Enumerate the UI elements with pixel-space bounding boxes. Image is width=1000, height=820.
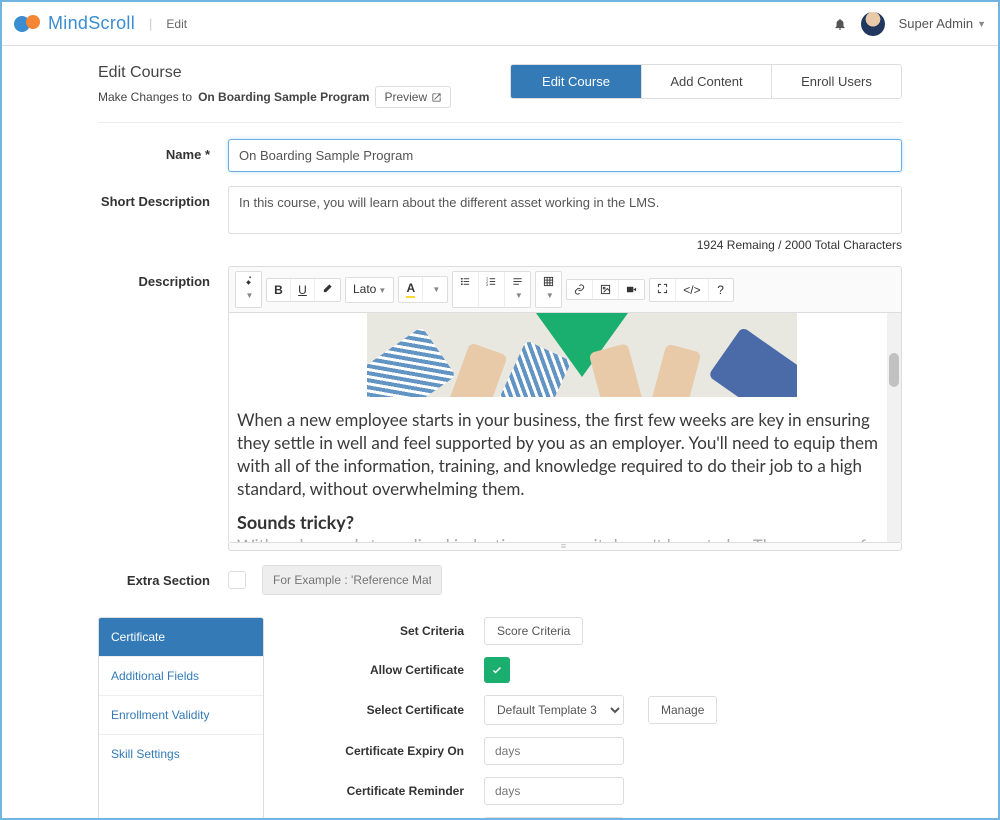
side-tab-additional-fields[interactable]: Additional Fields xyxy=(99,657,263,696)
user-name-label: Super Admin xyxy=(899,16,973,31)
divider: | xyxy=(149,16,152,31)
font-family-select[interactable]: Lato▼ xyxy=(346,278,393,302)
avatar[interactable] xyxy=(861,12,885,36)
page-title: Edit Course xyxy=(98,64,451,82)
extra-section-input xyxy=(262,565,442,595)
divider xyxy=(98,122,902,123)
editor-body[interactable]: When a new employee starts in your busin… xyxy=(228,313,902,543)
top-bar: MindScroll | Edit Super Admin ▼ xyxy=(2,2,998,46)
short-desc-input[interactable]: In this course, you will learn about the… xyxy=(228,186,902,234)
name-input[interactable] xyxy=(228,139,902,172)
tab-enroll-users[interactable]: Enroll Users xyxy=(771,65,901,98)
score-criteria-button[interactable]: Score Criteria xyxy=(484,617,583,645)
user-menu[interactable]: Super Admin ▼ xyxy=(899,16,986,31)
paragraph-button[interactable]: ▼ xyxy=(505,272,530,307)
brand-logo-icon xyxy=(14,15,42,33)
editor-hero-image xyxy=(367,313,797,397)
table-button[interactable]: ▼ xyxy=(536,272,561,307)
fullscreen-button[interactable] xyxy=(650,279,676,301)
course-tabs: Edit Course Add Content Enroll Users xyxy=(510,64,902,99)
settings-side-tabs: Certificate Additional Fields Enrollment… xyxy=(98,617,264,820)
cert-reminder-label: Certificate Reminder xyxy=(324,784,484,798)
scrollbar[interactable] xyxy=(887,313,901,542)
editor-paragraph: When a new employee starts in your busin… xyxy=(237,409,881,501)
preview-label: Preview xyxy=(384,90,427,104)
certificate-select[interactable]: Default Template 3 xyxy=(484,695,624,725)
link-button[interactable] xyxy=(567,280,593,299)
image-button[interactable] xyxy=(593,280,619,299)
share-icon xyxy=(431,92,442,103)
side-tab-enrollment-validity[interactable]: Enrollment Validity xyxy=(99,696,263,735)
preview-button[interactable]: Preview xyxy=(375,86,451,108)
editor-fade-text: With a clear and streamlined induction p… xyxy=(237,535,881,542)
video-button[interactable] xyxy=(619,280,644,299)
breadcrumb: Edit xyxy=(166,17,187,31)
cert-expiry-label: Certificate Expiry On xyxy=(324,744,484,758)
bell-icon[interactable] xyxy=(833,17,847,31)
extra-section-checkbox[interactable] xyxy=(228,571,246,589)
bold-button[interactable]: B xyxy=(267,279,291,301)
cert-expiry-input[interactable] xyxy=(484,737,624,765)
resize-handle[interactable]: ≡ xyxy=(228,543,902,551)
extra-section-label: Extra Section xyxy=(98,565,228,595)
brand-logo[interactable]: MindScroll xyxy=(14,13,135,34)
scroll-thumb[interactable] xyxy=(889,353,899,387)
select-cert-label: Select Certificate xyxy=(324,703,484,717)
side-tab-skill-settings[interactable]: Skill Settings xyxy=(99,735,263,773)
magic-icon[interactable]: ▼ xyxy=(236,272,261,307)
manage-button[interactable]: Manage xyxy=(648,696,717,724)
editor-heading: Sounds tricky? xyxy=(237,511,881,533)
tab-edit-course[interactable]: Edit Course xyxy=(511,65,641,98)
editor-toolbar: ▼ B U Lato▼ A ▼ xyxy=(228,266,902,313)
underline-button[interactable]: U xyxy=(291,279,315,301)
char-count: 1924 Remaing / 2000 Total Characters xyxy=(228,238,902,252)
desc-label: Description xyxy=(98,266,228,551)
allow-cert-toggle[interactable] xyxy=(484,657,510,683)
code-view-button[interactable]: </> xyxy=(676,279,708,301)
svg-text:3: 3 xyxy=(486,283,488,287)
tab-add-content[interactable]: Add Content xyxy=(641,65,771,98)
side-tab-certificate[interactable]: Certificate xyxy=(99,618,263,657)
subtitle-course-name: On Boarding Sample Program xyxy=(198,90,369,104)
name-label: Name * xyxy=(98,139,228,172)
allow-cert-label: Allow Certificate xyxy=(324,663,484,677)
check-icon xyxy=(491,664,503,676)
brand-name: MindScroll xyxy=(48,13,135,34)
page-subtitle: Make Changes to On Boarding Sample Progr… xyxy=(98,86,451,108)
font-color-dropdown[interactable]: ▼ xyxy=(423,277,447,302)
caret-down-icon: ▼ xyxy=(977,19,986,29)
ol-button[interactable]: 123 xyxy=(479,272,505,307)
font-color-button[interactable]: A xyxy=(399,277,423,302)
short-desc-label: Short Description xyxy=(98,186,228,252)
subtitle-prefix: Make Changes to xyxy=(98,90,192,104)
help-button[interactable]: ? xyxy=(709,279,733,301)
cert-reminder-input[interactable] xyxy=(484,777,624,805)
set-criteria-label: Set Criteria xyxy=(324,624,484,638)
ul-button[interactable] xyxy=(453,272,479,307)
eraser-button[interactable] xyxy=(315,279,340,301)
